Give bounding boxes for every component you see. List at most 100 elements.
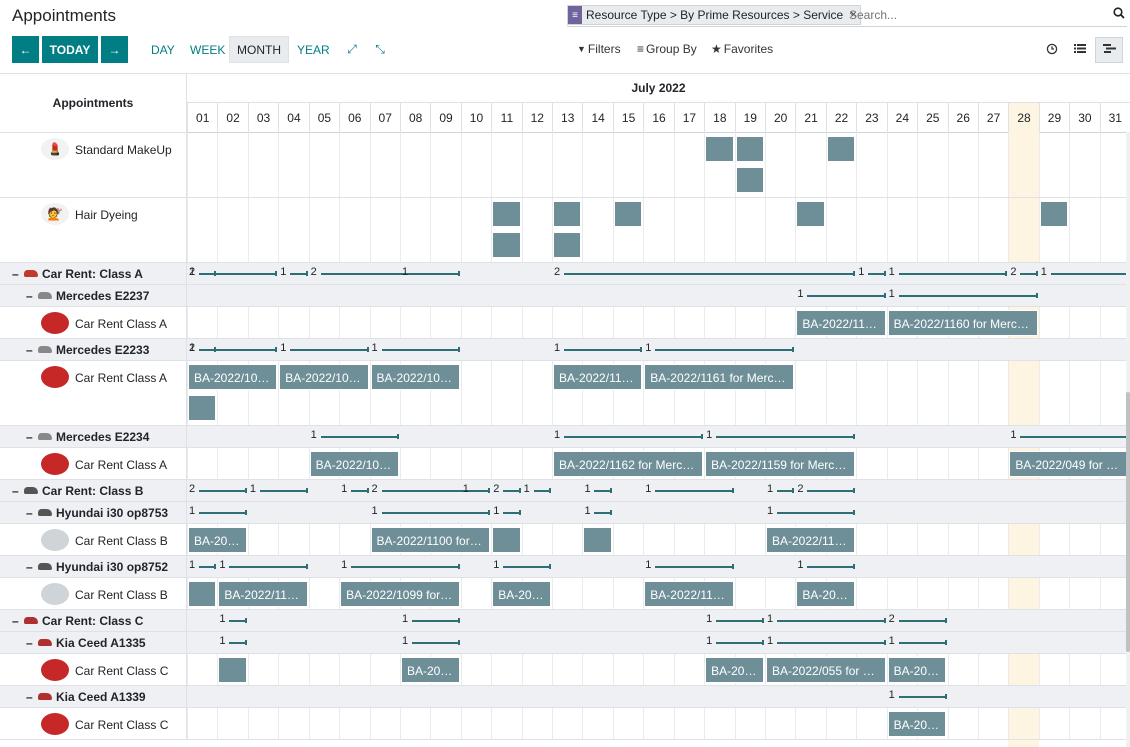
aggregate-count: 1	[371, 342, 378, 354]
appointment-pill[interactable]: BA-2022/1130 for Hyundai i30 op8753	[765, 527, 856, 553]
row-label[interactable]: – Hyundai i30 op8752	[0, 556, 187, 577]
appointment-pill[interactable]	[553, 201, 582, 227]
appointment-pill[interactable]	[218, 657, 247, 683]
appointment-pill[interactable]	[583, 527, 612, 553]
collapse-toggle-icon[interactable]: –	[26, 430, 36, 444]
aggregate-bar	[199, 512, 246, 514]
scale-day-button[interactable]: DAY	[143, 36, 183, 63]
collapse-toggle-icon[interactable]: –	[26, 506, 36, 520]
collapse-toggle-icon[interactable]: –	[12, 267, 22, 281]
scale-week-button[interactable]: WEEK	[182, 36, 233, 63]
appointment-pill[interactable]: BA-2022/1159 for Mercedes E2234	[705, 451, 856, 477]
row-label[interactable]: – Car Rent: Class B	[0, 480, 187, 501]
aggregate-bar	[290, 349, 368, 351]
appointment-pill[interactable]	[735, 167, 764, 193]
collapse-toggle-icon[interactable]: –	[12, 614, 22, 628]
scrollbar-thumb[interactable]	[1126, 392, 1130, 652]
collapse-toggle-icon[interactable]: –	[26, 289, 36, 303]
gantt-group-row[interactable]: – Hyundai i30 op8753 1 1 1 1 1	[0, 502, 1126, 524]
gantt-days-header: 01 02 03 04 05 06 07 08 09 10 11 12 13 14 15 16 17 18 19 20…	[187, 103, 1130, 133]
collapse-icon[interactable]: ⤡	[373, 42, 387, 56]
gantt-group-row[interactable]: – Mercedes E2234 1 1 1 1	[0, 426, 1130, 448]
next-period-button[interactable]: →	[101, 36, 128, 63]
favorites-button[interactable]: ★ Favorites	[711, 42, 773, 56]
appointment-pill[interactable]: BA-2022/1132 for Hyundai i30 op8752	[644, 581, 734, 607]
expand-icon[interactable]: ⤢	[345, 42, 359, 56]
gantt-group-row[interactable]: – Car Rent: Class B 2 1 1 2 1 2 1 1 1 1 2	[0, 480, 1126, 502]
gantt-view-button[interactable]	[1095, 37, 1123, 63]
appointment-pill[interactable]: BA-2022/1096 for Mercedes E2233	[370, 364, 460, 390]
collapse-toggle-icon[interactable]: –	[26, 690, 36, 704]
appointment-pill[interactable]: BA-2022/055 for Kia Ceed A1335	[765, 657, 886, 683]
collapse-toggle-icon[interactable]: –	[26, 343, 36, 357]
row-label[interactable]: – Kia Ceed A1339	[0, 686, 187, 707]
group-by-button[interactable]: ≡ Group By	[637, 42, 697, 56]
row-label[interactable]: – Hyundai i30 op8753	[0, 502, 187, 523]
aggregate-bar-end	[305, 488, 308, 493]
aggregate-count: 1	[766, 505, 774, 517]
appointment-pill[interactable]: BA-2022/1161 for Mercedes E2233	[644, 364, 795, 390]
appointment-pill[interactable]	[735, 136, 764, 162]
appointment-pill[interactable]: BA-2022/1164 for Kia Ceed A1339	[887, 711, 947, 737]
appointment-pill[interactable]: BA-2022/1133 for Hyundai i30 op8752	[796, 581, 856, 607]
collapse-toggle-icon[interactable]: –	[26, 636, 36, 650]
appointment-pill[interactable]: BA-2022/1100 for Hyundai i30 op8753	[370, 527, 491, 553]
appointment-pill[interactable]	[613, 201, 643, 227]
row-label[interactable]: – Car Rent: Class A	[0, 263, 187, 284]
appointment-pill[interactable]: BA-2022/1095 for Mercedes E2233	[188, 364, 278, 390]
previous-period-button[interactable]: ←	[12, 36, 39, 63]
appointment-pill[interactable]: BA-2022/1099 for Hyundai i30 op8752	[340, 581, 460, 607]
aggregate-bar-end	[944, 618, 947, 623]
appointment-pill[interactable]: BA-2022/049 for Mercedes E2234	[1009, 451, 1129, 477]
appointment-pill[interactable]	[188, 581, 217, 607]
gantt-group-row[interactable]: – Kia Ceed A1339 1	[0, 686, 1126, 708]
appointment-pill[interactable]	[188, 395, 217, 421]
aggregate-bar	[351, 490, 368, 492]
row-label[interactable]: – Mercedes E2237	[0, 285, 187, 306]
appointment-pill[interactable]	[492, 201, 521, 227]
filters-button[interactable]: ▼ Filters	[577, 42, 621, 56]
vertical-scrollbar[interactable]	[1126, 132, 1130, 747]
list-view-button[interactable]	[1066, 37, 1094, 63]
appointment-pill[interactable]: BA-2022/1097 for Mercedes E2234	[309, 451, 399, 477]
appointment-pill[interactable]	[492, 527, 521, 553]
gantt-group-row[interactable]: – Mercedes E2237 1 1	[0, 285, 1126, 307]
appointment-pill[interactable]	[492, 232, 521, 258]
gantt-group-row[interactable]: – Hyundai i30 op8752 1 1 1 1 1 1	[0, 556, 1126, 578]
appointment-pill[interactable]	[705, 136, 734, 162]
gantt-group-row[interactable]: – Mercedes E2233 2 1 1 1 1 1	[0, 339, 1126, 361]
appointment-pill[interactable]: BA-2022/1163 for Kia Ceed A1335	[887, 657, 947, 683]
appointment-pill[interactable]: BA-2022/1150 for Kia Ceed A1335	[705, 657, 764, 683]
appointment-pill[interactable]: BA-2022/1091 for Hyundai i30 op8753	[188, 527, 247, 553]
appointment-pill[interactable]: BA-2022/1124 for Mercedes E2237	[796, 310, 886, 336]
collapse-toggle-icon[interactable]: –	[12, 484, 22, 498]
row-label[interactable]: – Car Rent: Class C	[0, 610, 187, 631]
appointment-pill[interactable]	[826, 136, 856, 162]
collapse-toggle-icon[interactable]: –	[26, 560, 36, 574]
row-label[interactable]: – Kia Ceed A1335	[0, 632, 187, 653]
appointment-pill[interactable]: BA-2022/1101 for Kia Ceed A1335	[400, 657, 460, 683]
appointment-pill[interactable]: BA-2022/1068 for Mercedes E2233	[279, 364, 369, 390]
appointment-pill[interactable]: BA-2022/1160 for Mercedes E2237	[887, 310, 1038, 336]
activity-view-button[interactable]	[1038, 37, 1066, 63]
appointment-pill[interactable]: BA-2022/1131 for Hyundai i30 op8752	[218, 581, 308, 607]
day-header-07: 07	[369, 103, 400, 133]
row-label[interactable]: – Mercedes E2233	[0, 339, 187, 360]
appointment-pill[interactable]	[553, 232, 582, 258]
gantt-group-row[interactable]: – Kia Ceed A1335 1 1 1 1 1	[0, 632, 1126, 654]
gantt-group-row[interactable]: – Car Rent: Class C 1 1 1 1 2	[0, 610, 1126, 632]
search-input[interactable]	[849, 5, 1099, 25]
search-icon[interactable]	[1113, 7, 1125, 22]
today-button[interactable]: TODAY	[42, 36, 98, 63]
appointment-pill[interactable]	[1039, 201, 1069, 227]
appointment-pill[interactable]: BA-2022/1125 for Mercedes E2233	[553, 364, 643, 390]
appointment-pill[interactable]: BA-2022/1110 for Hyundai i30 op8752	[492, 581, 552, 607]
scale-month-button[interactable]: MONTH	[229, 36, 289, 63]
appointment-pill[interactable]: BA-2022/1162 for Mercedes E2234	[553, 451, 704, 477]
row-label[interactable]: – Mercedes E2234	[0, 426, 187, 447]
aggregate-bar	[594, 490, 611, 492]
scale-year-button[interactable]: YEAR	[289, 36, 338, 63]
appointment-pill[interactable]	[796, 201, 825, 227]
gantt-group-row[interactable]: – Car Rent: Class A2112121121	[0, 263, 1130, 285]
aggregate-bar	[564, 273, 855, 275]
